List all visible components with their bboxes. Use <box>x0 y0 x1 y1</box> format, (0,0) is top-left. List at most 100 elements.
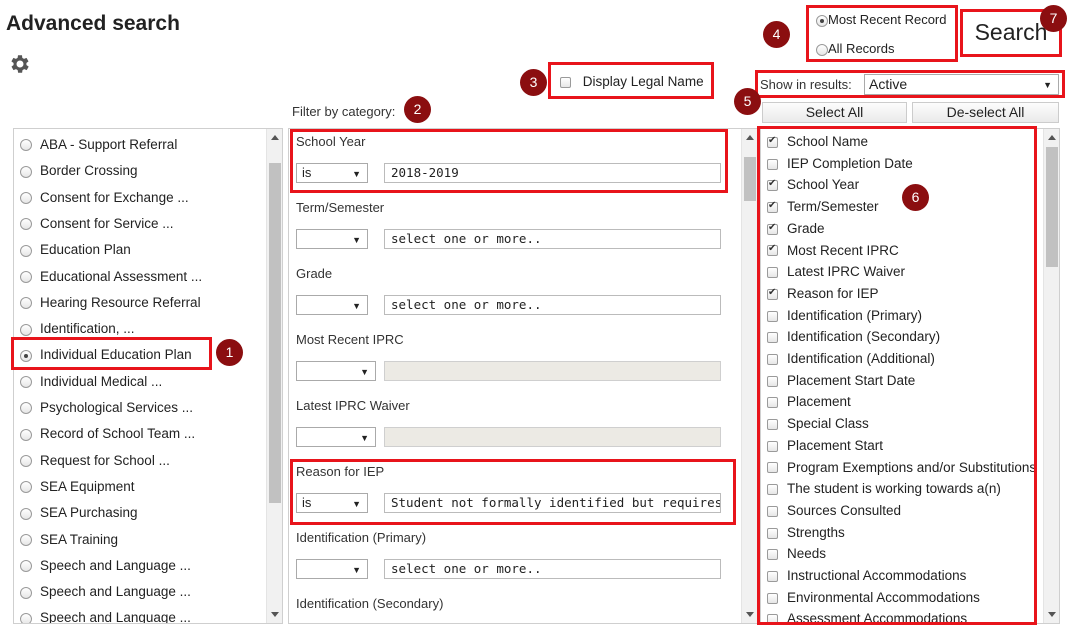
category-label: Speech and Language ... <box>40 557 191 573</box>
scroll-up-icon[interactable] <box>271 135 279 140</box>
highlight-individual-education-plan <box>11 337 212 370</box>
filters-scroll-thumb[interactable] <box>744 157 756 201</box>
category-item[interactable]: Record of School Team ... <box>20 426 195 441</box>
category-label: SEA Training <box>40 531 119 547</box>
filter-operator-select[interactable]: ▼ <box>296 559 368 579</box>
category-scrollbar[interactable] <box>266 129 282 623</box>
category-radio[interactable] <box>20 139 32 152</box>
filter-label: Term/Semester <box>296 200 385 215</box>
chevron-down-icon: ▼ <box>352 565 361 575</box>
category-item[interactable]: Consent for Exchange ... <box>20 190 189 205</box>
filter-heading: Filter by category: <box>292 104 396 119</box>
filter-operator-select[interactable]: ▼ <box>296 229 368 249</box>
category-label: Speech and Language ... <box>40 584 191 600</box>
category-label: Education Plan <box>40 242 131 258</box>
filter-operator-select[interactable]: ▼ <box>296 361 376 381</box>
category-item[interactable]: SEA Purchasing <box>20 505 138 520</box>
category-label: Speech and Language ... <box>40 610 191 624</box>
category-radio[interactable] <box>20 165 32 178</box>
chevron-down-icon: ▼ <box>352 235 361 245</box>
category-item[interactable]: Psychological Services ... <box>20 400 193 415</box>
category-radio[interactable] <box>20 481 32 494</box>
category-radio[interactable] <box>20 533 32 546</box>
category-label: Record of School Team ... <box>40 426 196 442</box>
category-radio[interactable] <box>20 428 32 441</box>
category-radio[interactable] <box>20 560 32 573</box>
category-item[interactable]: Education Plan <box>20 242 131 257</box>
gear-icon[interactable] <box>8 52 32 76</box>
category-panel: ABA - Support Referral Border Crossing Con… <box>13 128 283 624</box>
category-radio[interactable] <box>20 323 32 336</box>
callout-marker-7: 7 <box>1040 5 1067 32</box>
callout-marker-2: 2 <box>404 96 431 123</box>
category-label: SEA Purchasing <box>40 505 138 521</box>
filter-value-input[interactable]: select one or more.. <box>384 229 721 249</box>
callout-marker-6: 6 <box>902 184 929 211</box>
category-item[interactable]: Border Crossing <box>20 163 138 178</box>
category-radio[interactable] <box>20 376 32 389</box>
category-label: Identification, ... <box>40 321 135 337</box>
category-label: Educational Assessment ... <box>40 268 203 284</box>
category-radio[interactable] <box>20 455 32 468</box>
select-all-button[interactable]: Select All <box>762 102 907 123</box>
filter-label: Latest IPRC Waiver <box>296 398 410 413</box>
callout-marker-4: 4 <box>763 21 790 48</box>
select-all-label: Select All <box>805 104 864 120</box>
results-scroll-thumb[interactable] <box>1046 147 1058 267</box>
category-label: SEA Equipment <box>40 478 135 494</box>
filter-operator-select[interactable]: ▼ <box>296 427 376 447</box>
category-label: Individual Medical ... <box>40 373 163 389</box>
category-item[interactable]: SEA Equipment <box>20 479 135 494</box>
filter-label: Grade <box>296 266 333 281</box>
callout-marker-5: 5 <box>734 88 761 115</box>
highlight-show-in-results <box>755 70 1065 98</box>
page-title: Advanced search <box>6 12 180 35</box>
category-radio[interactable] <box>20 402 32 415</box>
highlight-school-year-filter <box>290 129 728 193</box>
category-item[interactable]: Speech and Language ... <box>20 584 191 599</box>
highlight-reason-for-iep-filter <box>290 459 736 525</box>
scroll-down-icon[interactable] <box>271 612 279 617</box>
category-item[interactable]: Consent for Service ... <box>20 216 174 231</box>
filter-label: Most Recent IPRC <box>296 332 404 347</box>
scroll-down-icon[interactable] <box>1048 612 1056 617</box>
category-item[interactable]: ABA - Support Referral <box>20 137 177 152</box>
category-label: Border Crossing <box>40 163 138 179</box>
category-item[interactable]: SEA Training <box>20 532 118 547</box>
category-radio[interactable] <box>20 270 32 283</box>
filters-scrollbar[interactable] <box>741 129 757 623</box>
category-radio[interactable] <box>20 507 32 520</box>
category-label: Consent for Service ... <box>40 215 174 231</box>
category-item[interactable]: Speech and Language ... <box>20 610 191 624</box>
scroll-down-icon[interactable] <box>746 612 754 617</box>
category-item[interactable]: Request for School ... <box>20 453 170 468</box>
highlight-display-legal-name <box>548 62 714 99</box>
chevron-down-icon: ▼ <box>352 301 361 311</box>
deselect-all-label: De-select All <box>946 104 1025 120</box>
category-radio[interactable] <box>20 297 32 310</box>
filter-value-input[interactable]: select one or more.. <box>384 559 721 579</box>
category-radio[interactable] <box>20 218 32 231</box>
category-item[interactable]: Identification, ... <box>20 321 135 336</box>
chevron-down-icon: ▼ <box>360 433 369 443</box>
deselect-all-button[interactable]: De-select All <box>912 102 1059 123</box>
category-radio[interactable] <box>20 586 32 599</box>
callout-marker-1: 1 <box>216 339 243 366</box>
results-scrollbar[interactable] <box>1043 129 1059 623</box>
category-radio[interactable] <box>20 612 32 623</box>
category-item[interactable]: Hearing Resource Referral <box>20 295 201 310</box>
category-item[interactable]: Speech and Language ... <box>20 558 191 573</box>
filter-value-input[interactable]: select one or more.. <box>384 295 721 315</box>
category-radio[interactable] <box>20 192 32 205</box>
category-scroll-thumb[interactable] <box>269 163 281 503</box>
filter-operator-select[interactable]: ▼ <box>296 295 368 315</box>
filter-label: Identification (Secondary) <box>296 596 444 611</box>
category-radio[interactable] <box>20 244 32 257</box>
category-item[interactable]: Individual Medical ... <box>20 374 162 389</box>
category-label: Psychological Services ... <box>40 400 194 415</box>
category-item[interactable]: Educational Assessment ... <box>20 269 202 284</box>
filters-panel: School Year is ▼ 2018-2019 Term/Semester ▼ sel… <box>288 128 758 624</box>
scroll-up-icon[interactable] <box>1048 135 1056 140</box>
scroll-up-icon[interactable] <box>746 135 754 140</box>
chevron-down-icon: ▼ <box>360 367 369 377</box>
